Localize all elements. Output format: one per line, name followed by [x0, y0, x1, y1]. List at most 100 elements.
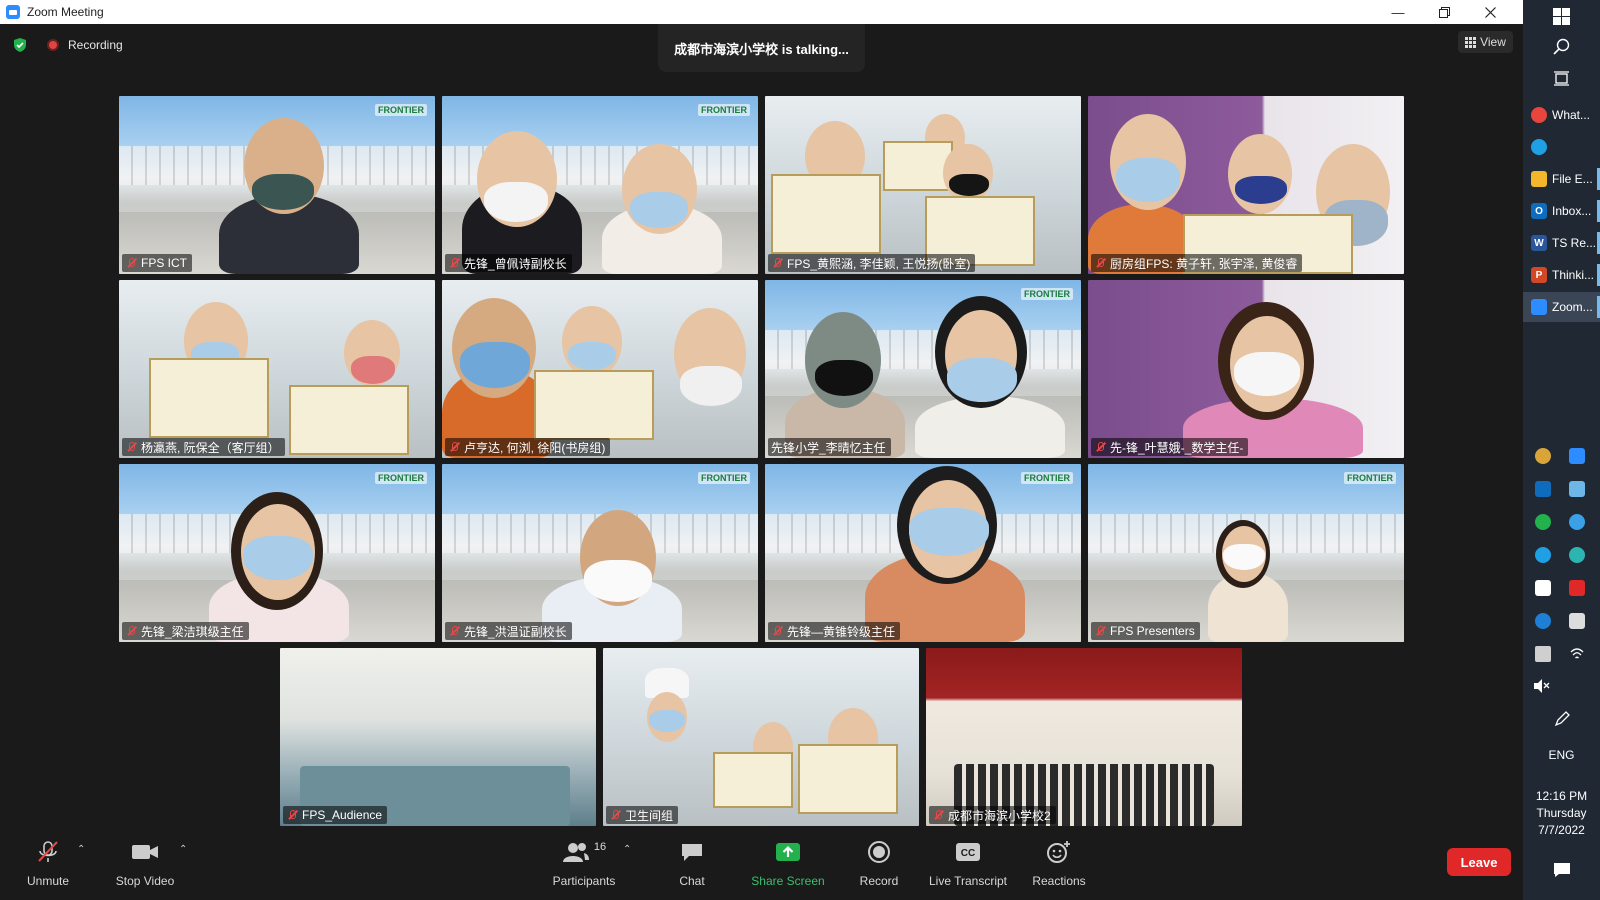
view-label: View — [1480, 35, 1506, 49]
stop-video-label: Stop Video — [115, 874, 175, 888]
taskbar-app[interactable]: W TS Re... — [1523, 228, 1600, 258]
video-tile[interactable]: 厨房组FPS: 黄子轩, 张宇泽, 黄俊睿 — [1088, 96, 1404, 274]
participants-count: 16 — [593, 841, 607, 853]
red-tray-icon[interactable] — [1569, 580, 1585, 596]
video-tile[interactable]: 卫生间组 — [603, 648, 919, 826]
taskbar-app[interactable]: O Inbox... — [1523, 196, 1600, 226]
taskbar-app[interactable]: Zoom... — [1523, 292, 1600, 322]
task-view-icon[interactable] — [1553, 70, 1570, 87]
video-tile[interactable]: FRONTIER 先锋_曾佩诗副校长 — [442, 96, 758, 274]
audio-options-caret-icon[interactable]: ⌃ — [77, 844, 85, 855]
taskbar-app[interactable] — [1523, 132, 1600, 162]
name-tag: FPS_黄熙涵, 李佳颖, 王悦扬(卧室) — [768, 254, 976, 272]
live-transcript-button[interactable]: CC Live Transcript — [925, 832, 1011, 900]
minimize-button[interactable]: — — [1375, 0, 1421, 24]
name-tag: 先锋小学_李晴忆主任 — [768, 438, 891, 456]
recording-indicator-icon[interactable] — [47, 39, 59, 51]
share-screen-button[interactable]: Share Screen — [748, 832, 828, 900]
mic-muted-icon — [38, 841, 58, 862]
mic-muted-icon — [771, 625, 783, 637]
video-tile[interactable]: 卢亨达, 何浏, 徐阳(书房组) — [442, 280, 758, 458]
participants-icon — [562, 843, 589, 862]
tray-app-icon[interactable] — [1535, 448, 1551, 464]
usb-device-icon[interactable] — [1569, 613, 1585, 629]
meeting-toolbar: Unmute ⌃ Stop Video ⌃ 16 Participants ⌃ … — [0, 832, 1523, 900]
security-tray-icon[interactable] — [1535, 514, 1551, 530]
pen-icon[interactable] — [1553, 710, 1571, 728]
sync-tray-icon[interactable] — [1569, 547, 1585, 563]
security-shield-icon[interactable] — [12, 37, 28, 53]
bluetooth-icon[interactable] — [1535, 613, 1551, 629]
taskbar-clock[interactable]: 12:16 PM Thursday 7/7/2022 — [1523, 788, 1600, 839]
school-logo: FRONTIER — [1021, 472, 1073, 484]
search-icon[interactable] — [1553, 38, 1570, 55]
title-bar: Zoom Meeting — — [0, 0, 1523, 24]
talking-text: 成都市海滨小学校 is talking... — [674, 41, 849, 57]
stop-video-button[interactable]: Stop Video — [112, 832, 178, 900]
reactions-button[interactable]: Reactions — [1030, 832, 1088, 900]
close-button[interactable] — [1467, 0, 1513, 24]
volume-muted-icon[interactable] — [1533, 678, 1551, 694]
mic-muted-icon — [448, 441, 460, 453]
edge-tray-icon[interactable] — [1535, 547, 1551, 563]
share-screen-label: Share Screen — [751, 874, 825, 888]
restore-button[interactable] — [1421, 0, 1467, 24]
participants-button[interactable]: 16 Participants — [548, 832, 620, 900]
video-tile[interactable]: FRONTIER 先锋_洪温证副校长 — [442, 464, 758, 642]
zoom-icon — [1531, 299, 1547, 315]
mic-muted-icon — [286, 809, 298, 821]
defender-tray-icon[interactable] — [1535, 580, 1551, 596]
mic-muted-icon — [771, 257, 783, 269]
mic-muted-icon — [125, 257, 137, 269]
taskbar-app-label: Inbox... — [1552, 204, 1592, 218]
video-tile[interactable]: FRONTIER 先锋—黄锥铃级主任 — [765, 464, 1081, 642]
view-button[interactable]: View — [1458, 31, 1513, 53]
name-tag: FPS_Audience — [283, 806, 388, 824]
taskbar-app[interactable]: P Thinki... — [1523, 260, 1600, 290]
taskbar-app[interactable]: File E... — [1523, 164, 1600, 194]
video-tile[interactable]: FRONTIER 先锋小学_李晴忆主任 — [765, 280, 1081, 458]
chrome-icon — [1531, 107, 1547, 123]
video-tile[interactable]: FPS_黄熙涵, 李佳颖, 王悦扬(卧室) — [765, 96, 1081, 274]
chat-label: Chat — [679, 874, 705, 888]
unmute-button[interactable]: Unmute — [22, 832, 74, 900]
outlook-tray-icon[interactable] — [1535, 481, 1551, 497]
mic-muted-icon — [125, 625, 137, 637]
taskbar-app-label: File E... — [1552, 172, 1593, 186]
record-icon — [868, 841, 890, 863]
word-icon: W — [1531, 235, 1547, 251]
name-tag: 卫生间组 — [606, 806, 679, 824]
globe-tray-icon[interactable] — [1569, 514, 1585, 530]
taskbar-app-label: TS Re... — [1552, 236, 1597, 250]
live-transcript-label: Live Transcript — [928, 874, 1008, 888]
battery-icon[interactable] — [1535, 646, 1551, 662]
notifications-icon[interactable] — [1553, 862, 1571, 878]
name-tag: 先锋—黄锥铃级主任 — [768, 622, 901, 640]
wifi-icon[interactable] — [1569, 646, 1585, 662]
video-tile[interactable]: FRONTIER FPS ICT — [119, 96, 435, 274]
windows-start-icon[interactable] — [1553, 8, 1570, 25]
taskbar-app[interactable]: What... — [1523, 100, 1600, 130]
leave-button[interactable]: Leave — [1447, 848, 1511, 876]
record-button[interactable]: Record — [853, 832, 905, 900]
video-tile[interactable]: FRONTIER 先锋_梁洁琪级主任 — [119, 464, 435, 642]
video-tile[interactable]: 成都市海滨小学校2 — [926, 648, 1242, 826]
taskbar-app-label: What... — [1552, 108, 1591, 122]
video-tile[interactable]: 先-锋_叶慧娥-_数学主任- — [1088, 280, 1404, 458]
video-tile[interactable]: 杨瀛燕, 阮保全（客厅组） — [119, 280, 435, 458]
network-drive-icon[interactable] — [1569, 481, 1585, 497]
video-tile[interactable]: FPS_Audience — [280, 648, 596, 826]
chat-button[interactable]: Chat — [668, 832, 716, 900]
outlook-icon: O — [1531, 203, 1547, 219]
participants-options-caret-icon[interactable]: ⌃ — [623, 844, 631, 855]
chat-bubble-icon — [682, 844, 702, 861]
video-tile[interactable]: FRONTIER FPS Presenters — [1088, 464, 1404, 642]
window-title: Zoom Meeting — [27, 5, 104, 19]
clock-date: 7/7/2022 — [1538, 823, 1585, 837]
input-language[interactable]: ENG — [1523, 748, 1600, 762]
mic-muted-icon — [1094, 441, 1106, 453]
zoom-app-icon — [6, 5, 20, 19]
zoom-tray-icon[interactable] — [1569, 448, 1585, 464]
reactions-label: Reactions — [1032, 874, 1086, 888]
video-options-caret-icon[interactable]: ⌃ — [179, 844, 187, 855]
